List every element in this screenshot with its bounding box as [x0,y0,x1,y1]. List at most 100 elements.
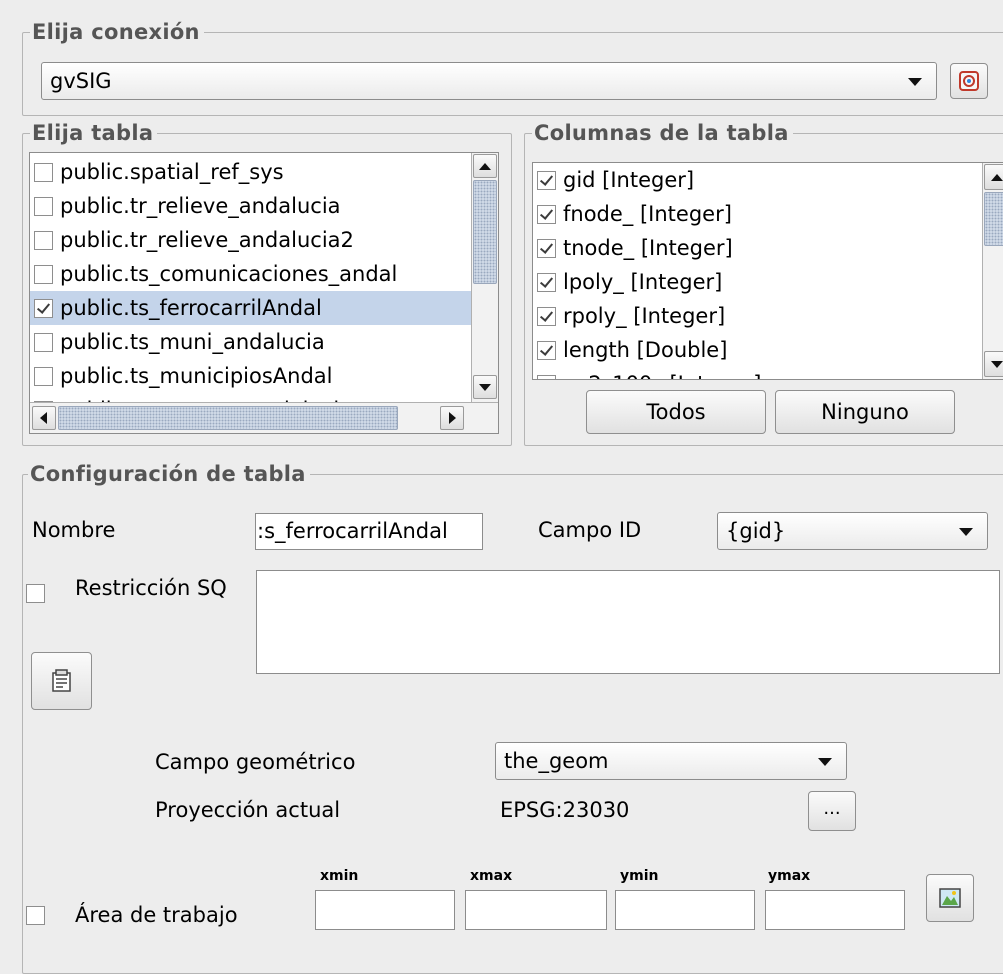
scroll-right-button[interactable] [440,406,464,430]
column-list-item[interactable]: gid [Integer] [537,163,694,197]
scroll-down-button[interactable] [984,351,1003,377]
column-item-checkbox[interactable] [537,238,556,258]
arrow-left-icon [40,412,47,424]
arrow-up-icon [991,174,1003,181]
geom-label: Campo geométrico [155,750,356,774]
scroll-thumb[interactable] [473,180,497,284]
arrow-up-icon [479,163,491,170]
scroll-up-button[interactable] [984,164,1003,190]
table-item-label: public.ts_muni_andalucia [60,330,325,354]
ymax-label: ymax [768,868,811,884]
ymin-label: ymin [620,868,659,884]
columns-legend: Columnas de la tabla [532,120,793,146]
projection-label: Proyección actual [155,798,341,822]
column-item-checkbox[interactable] [537,340,556,360]
table-item-checkbox[interactable] [34,332,53,352]
scroll-h-thumb[interactable] [58,406,398,430]
column-item-label: ve2_100_ [Integer] [563,372,761,379]
column-item-label: tnode_ [Integer] [563,236,733,260]
table-item-label: public.tr_relieve_andalucia2 [60,228,354,252]
table-item-label: public.ts_ferrocarrilAndal [60,296,322,320]
column-list-item[interactable]: fnode_ [Integer] [537,197,732,231]
connection-legend: Elija conexión [30,19,204,45]
table-item-checkbox[interactable] [34,366,53,386]
name-input-value: :s_ferrocarrilAndal [257,519,448,543]
scroll-up-button[interactable] [473,154,497,178]
scroll-left-button[interactable] [32,406,56,430]
column-list-item[interactable]: tnode_ [Integer] [537,231,733,265]
connection-selected-value: gvSIG [50,69,112,93]
table-list-item[interactable]: public.ts_ferrocarrilAndal [30,291,475,325]
map-extent-icon [939,888,961,908]
arrow-down-icon [479,384,491,391]
table-list-vscrollbar[interactable] [471,153,498,402]
scroll-down-button[interactable] [473,375,497,399]
table-item-label: public.tr_relieve_andalucia [60,194,341,218]
column-item-label: fnode_ [Integer] [563,202,732,226]
column-item-checkbox[interactable] [537,272,556,292]
table-list-hscrollbar[interactable] [30,402,498,433]
arrow-down-icon [991,361,1003,368]
column-list-item[interactable]: length [Double] [537,333,727,367]
columns-list[interactable]: gid [Integer] fnode_ [Integer] tnode_ [Int… [532,162,1003,380]
table-item-checkbox[interactable] [34,196,53,216]
chevron-down-icon [959,528,973,536]
table-list[interactable]: public.spatial_ref_sys public.tr_relieve_… [29,152,499,434]
sql-textarea[interactable] [256,570,1000,674]
connect-icon [959,71,979,91]
column-item-label: gid [Integer] [563,168,695,192]
arrow-right-icon [449,412,456,424]
sql-editor-button[interactable] [31,652,92,710]
area-checkbox[interactable] [26,906,45,925]
sql-label: Restricción SQ [75,576,227,600]
projection-value: EPSG:23030 [500,798,630,822]
connection-select[interactable]: gvSIG [41,62,937,100]
projection-button[interactable]: ... [808,791,856,831]
name-label: Nombre [32,518,116,542]
xmin-input[interactable] [315,890,455,930]
name-input[interactable]: :s_ferrocarrilAndal [255,513,483,550]
column-item-checkbox[interactable] [537,374,556,379]
column-list-item[interactable]: ve2_100_ [Integer] [537,367,761,379]
table-item-checkbox[interactable] [34,298,53,318]
column-item-label: lpoly_ [Integer] [563,270,723,294]
column-item-checkbox[interactable] [537,170,556,190]
sql-checkbox[interactable] [26,584,45,603]
xmax-input[interactable] [465,890,607,930]
table-item-checkbox[interactable] [34,230,53,250]
column-item-checkbox[interactable] [537,306,556,326]
geom-select[interactable]: the_geom [495,742,847,780]
column-list-item[interactable]: lpoly_ [Integer] [537,265,722,299]
columns-list-vscrollbar[interactable] [982,163,1003,379]
column-list-item[interactable]: rpoly_ [Integer] [537,299,725,333]
table-list-item[interactable]: public.ts_muni_andalucia [34,325,325,359]
ymin-input[interactable] [615,890,755,930]
column-item-label: rpoly_ [Integer] [563,304,726,328]
ymax-input[interactable] [765,890,905,930]
select-none-button[interactable]: Ninguno [775,390,955,434]
table-list-item[interactable]: public.tr_relieve_andalucia2 [34,223,354,257]
scroll-thumb[interactable] [984,192,1003,246]
table-list-item[interactable]: public.ts_municipiosAndal [34,359,333,393]
id-select[interactable]: {gid} [717,512,988,550]
id-selected-value: {gid} [726,519,786,543]
work-area-button[interactable] [926,874,974,922]
column-item-checkbox[interactable] [537,204,556,224]
connection-settings-button[interactable] [950,63,988,99]
table-item-label: public.ts_comunicaciones_andal [60,262,398,286]
column-item-label: length [Double] [563,338,728,362]
geom-selected-value: the_geom [504,749,609,773]
table-legend: Elija tabla [30,120,158,146]
select-all-button[interactable]: Todos [586,390,766,434]
table-list-item[interactable]: public.spatial_ref_sys [34,155,284,189]
config-legend: Configuración de tabla [28,461,310,487]
chevron-down-icon [908,78,922,86]
table-item-checkbox[interactable] [34,162,53,182]
table-item-checkbox[interactable] [34,264,53,284]
table-list-item[interactable]: public.ts_comunicaciones_andal [34,257,397,291]
table-item-label: public.ts_municipiosAndal [60,364,333,388]
id-label: Campo ID [538,518,642,542]
xmin-label: xmin [320,868,359,884]
table-list-item[interactable]: public.tr_relieve_andalucia [34,189,341,223]
xmax-label: xmax [470,868,513,884]
